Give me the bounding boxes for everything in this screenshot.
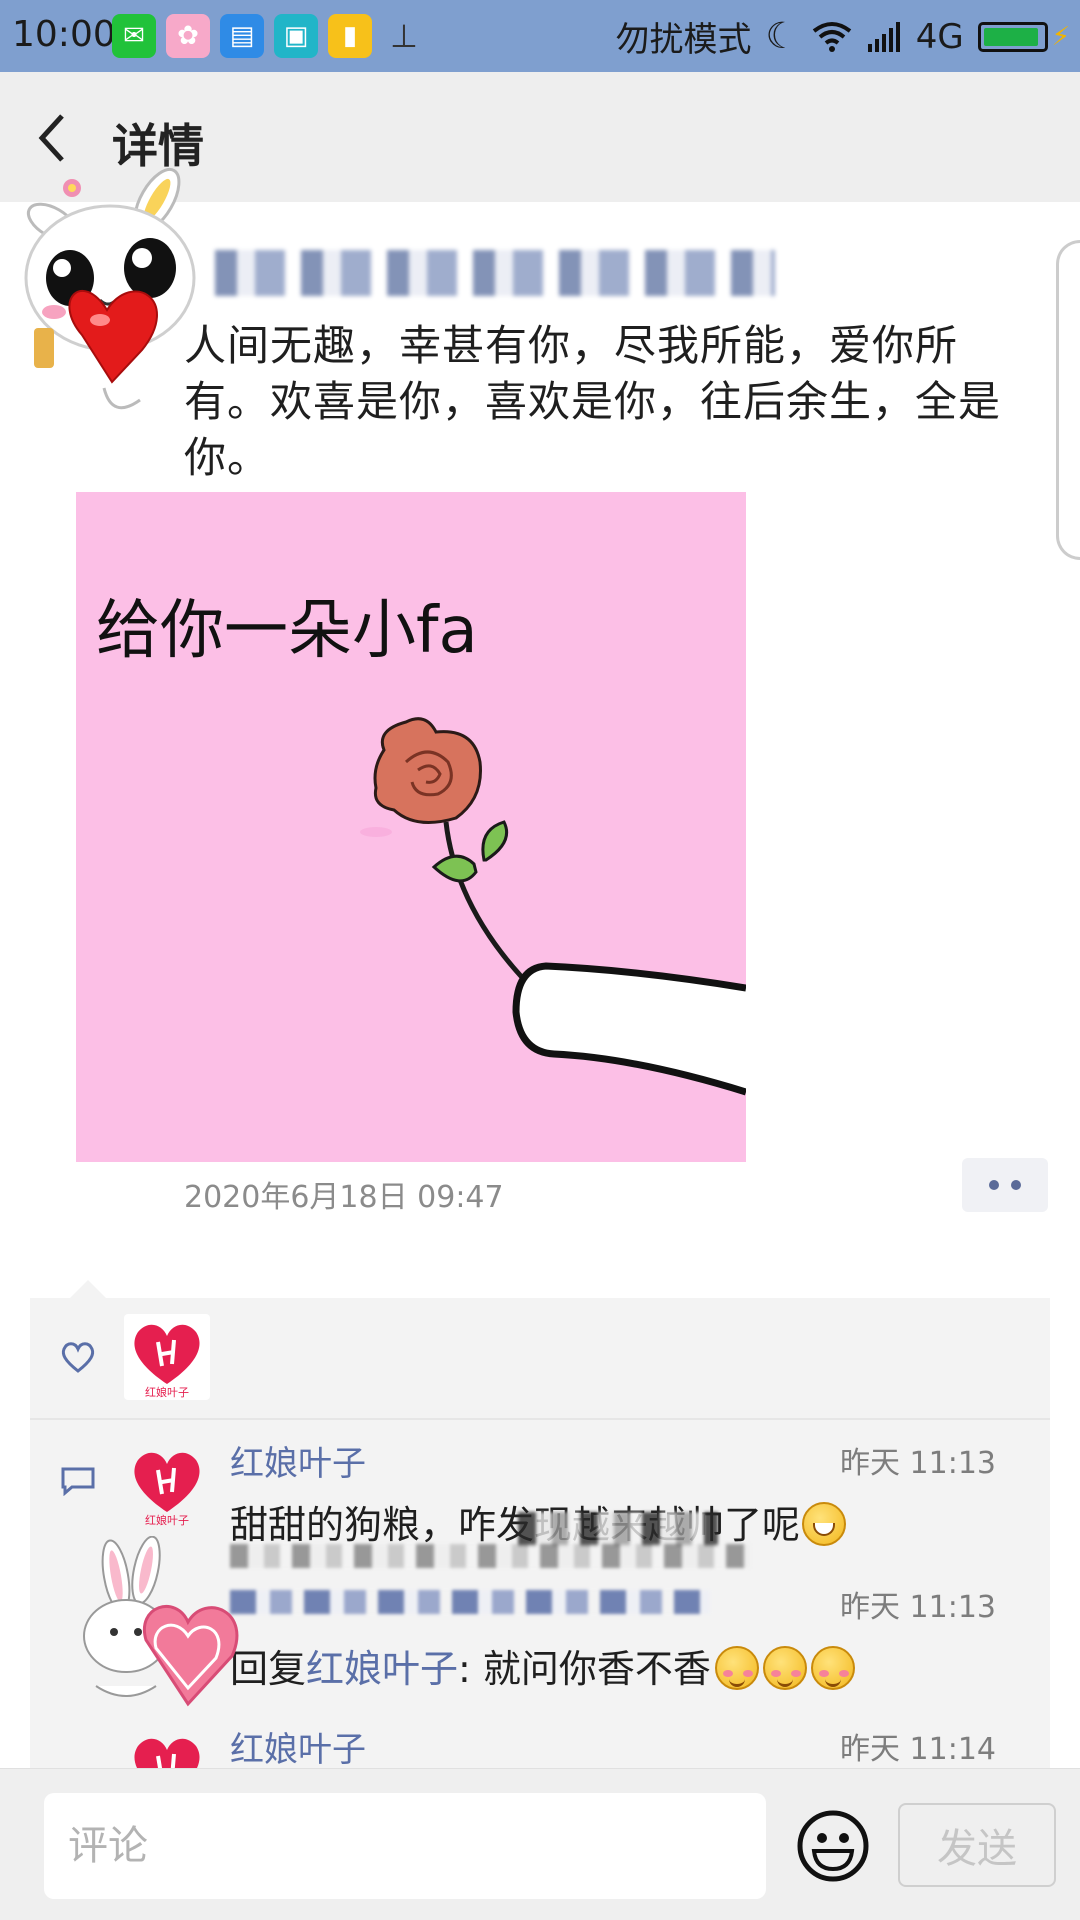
comment-bar: 发送 [0, 1768, 1080, 1920]
blush-emoji-icon [762, 1646, 807, 1690]
comment-time: 昨天 11:13 [840, 1446, 996, 1481]
comment-time: 昨天 11:13 [840, 1590, 996, 1625]
comment-text-content: : 就问你香不香 [458, 1647, 711, 1691]
signal-icon [867, 21, 900, 52]
emoji-picker-icon[interactable] [796, 1809, 870, 1883]
scan-app-icon: ▣ [274, 14, 318, 58]
svg-text:红娘叶子: 红娘叶子 [145, 1385, 189, 1399]
comment-author[interactable]: 红娘叶子 [230, 1722, 366, 1771]
blush-emoji-icon [810, 1646, 855, 1690]
post-author-name-redacted[interactable] [215, 250, 775, 296]
matchmaker-logo-icon: 红娘叶子 [134, 1324, 200, 1399]
moon-icon: ☾ [765, 16, 798, 57]
cleaner-icon: ⊥ [390, 17, 418, 55]
post-image[interactable]: 给你一朵小fa [76, 492, 746, 1162]
charging-icon: ⚡ [1051, 21, 1070, 52]
blush-emoji-icon [714, 1646, 759, 1690]
bunny-love-sticker-icon [83, 1536, 239, 1707]
comment-author-redacted[interactable] [230, 1590, 710, 1614]
message-app-icon: ▤ [220, 14, 264, 58]
matchmaker-logo-icon: 红娘叶子 [134, 1452, 200, 1527]
wechat-icon: ✉ [112, 14, 156, 58]
comment-input[interactable] [44, 1793, 766, 1899]
dot-icon [1011, 1180, 1021, 1190]
post-text: 人间无趣，幸甚有你，尽我所能，爱你所有。欢喜是你，喜欢是你，往后余生，全是你。 [184, 321, 1002, 482]
redacted-text [518, 1512, 718, 1546]
post-author-avatar[interactable] [12, 160, 202, 420]
bunny-heart-sticker-icon [24, 167, 196, 410]
battery-icon [977, 21, 1048, 52]
status-time: 10:00 [12, 14, 116, 55]
wifi-icon [812, 21, 851, 52]
liker-avatar[interactable]: 红娘叶子 [124, 1314, 210, 1400]
post-timestamp: 2020年6月18日 09:47 [184, 1180, 504, 1215]
send-button[interactable]: 发送 [898, 1803, 1056, 1887]
folder-icon: ▮ [328, 14, 372, 58]
dnd-label: 勿扰模式 [615, 20, 752, 60]
heart-icon [61, 1342, 95, 1373]
commenter-avatar[interactable]: 红娘叶子 [124, 1442, 210, 1528]
image-caption: 给你一朵小fa [96, 594, 478, 668]
butterfly-app-icon: ✿ [166, 14, 210, 58]
status-bar: 10:00 ✉ ✿ ▤ ▣ ▮ ⊥ 勿扰模式 ☾ 4G ⚡ [0, 0, 1080, 72]
comment-author[interactable]: 红娘叶子 [230, 1436, 366, 1485]
chevron-left-icon [38, 114, 64, 162]
commenter-avatar[interactable] [124, 1728, 210, 1768]
comment-time: 昨天 11:14 [840, 1732, 996, 1767]
svg-text:红娘叶子: 红娘叶子 [145, 1513, 189, 1527]
comment-icon [61, 1467, 95, 1496]
network-label: 4G [915, 16, 964, 57]
more-actions-button[interactable] [962, 1158, 1048, 1212]
grin-emoji-icon [802, 1502, 847, 1546]
status-right: 勿扰模式 ☾ 4G ⚡ [615, 12, 1070, 61]
dot-icon [989, 1180, 999, 1190]
matchmaker-logo-icon [134, 1738, 200, 1768]
likes-row: 红娘叶子 [30, 1298, 1050, 1420]
reply-to-name[interactable]: 红娘叶子 [306, 1647, 458, 1691]
side-handle[interactable] [1056, 240, 1080, 560]
comment-text: 回复红娘叶子: 就问你香不香 [230, 1638, 855, 1693]
rose-illustration: 给你一朵小fa [96, 594, 746, 1096]
redacted-text [230, 1544, 750, 1568]
